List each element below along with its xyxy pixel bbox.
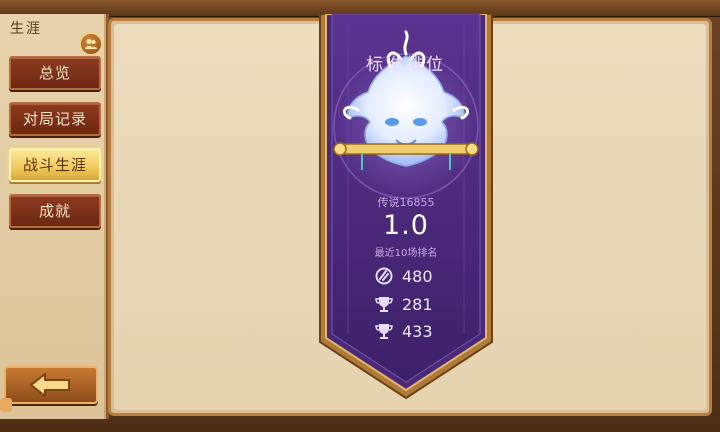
- stat-value: 480: [402, 266, 433, 286]
- banner-title: 标准排位: [366, 55, 446, 75]
- trophy-icon: [375, 297, 393, 312]
- medal-icon: [375, 267, 393, 285]
- stat-value: 433: [402, 321, 433, 341]
- stat-value: 281: [402, 294, 433, 314]
- sidebar-title: 生涯: [10, 21, 42, 37]
- avatar: [0, 398, 12, 412]
- stat-row: 433: [374, 321, 474, 341]
- score-caption: 最近10场排名: [374, 248, 438, 259]
- back-button[interactable]: [4, 366, 98, 404]
- rank-points: 传说16855: [377, 196, 435, 209]
- trophy-icon: [375, 324, 393, 339]
- sidebar-item-battle-career[interactable]: 战斗生涯: [9, 148, 101, 182]
- sidebar-item-match-history[interactable]: 对局记录: [9, 102, 101, 136]
- stat-row: 281: [374, 294, 474, 314]
- sidebar-item-achievements[interactable]: 成就: [9, 194, 101, 228]
- friends-glyph: [85, 39, 97, 49]
- back-arrow-icon: [30, 373, 70, 397]
- average-rank-score: 1.0: [383, 210, 429, 241]
- friends-icon[interactable]: [79, 32, 103, 56]
- stat-row: 480: [374, 266, 474, 286]
- sidebar-item-overview[interactable]: 总览: [9, 56, 101, 90]
- rank-banner[interactable]: 标准排位 传说16855 1.0 最近10场排名 480 281 433: [318, 14, 494, 400]
